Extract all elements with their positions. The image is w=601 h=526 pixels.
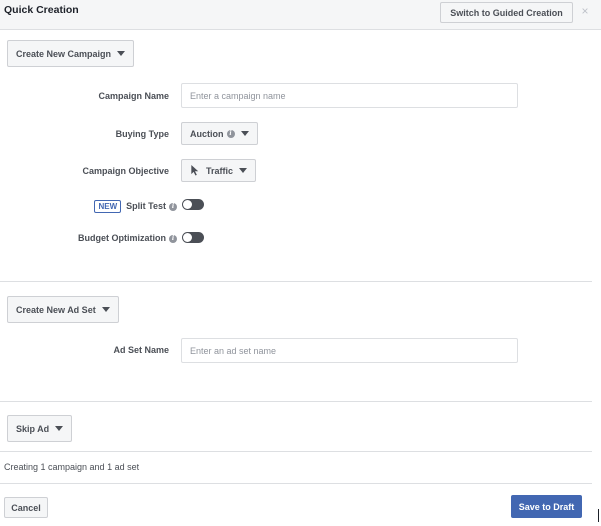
- create-new-campaign-label: Create New Campaign: [16, 48, 112, 59]
- cursor-pointer-icon: [191, 165, 199, 176]
- new-badge: NEW: [94, 200, 122, 213]
- split-test-label-group: NEW Split Test i: [94, 200, 177, 213]
- campaign-objective-dropdown[interactable]: Traffic: [181, 159, 257, 182]
- create-new-ad-set-label: Create New Ad Set: [16, 304, 96, 315]
- cancel-button[interactable]: Cancel: [4, 497, 48, 518]
- caret-down-icon: [117, 51, 126, 56]
- creation-summary: Creating 1 campaign and 1 ad set: [4, 462, 140, 472]
- info-icon[interactable]: i: [226, 129, 235, 138]
- save-to-draft-button[interactable]: Save to Draft: [511, 495, 582, 518]
- caret-down-icon: [55, 426, 64, 431]
- skip-ad-dropdown[interactable]: Skip Ad: [7, 415, 73, 442]
- campaign-name-label: Campaign Name: [98, 91, 169, 101]
- switch-to-guided-creation-button[interactable]: Switch to Guided Creation: [440, 2, 573, 23]
- split-test-toggle[interactable]: [182, 199, 204, 210]
- text-cursor: [598, 509, 599, 522]
- skip-ad-label: Skip Ad: [16, 423, 50, 434]
- close-icon[interactable]: ×: [578, 4, 592, 18]
- budget-optimization-label: Budget Optimization: [78, 233, 166, 243]
- dialog-title: Quick Creation: [4, 4, 79, 16]
- ad-set-name-label: Ad Set Name: [113, 345, 169, 355]
- buying-type-value: Auction: [190, 128, 224, 139]
- toggle-knob: [183, 200, 192, 209]
- create-new-campaign-dropdown[interactable]: Create New Campaign: [7, 40, 135, 67]
- info-icon[interactable]: i: [169, 234, 177, 243]
- ad-set-name-input[interactable]: [181, 338, 518, 363]
- campaign-objective-value: Traffic: [206, 165, 234, 176]
- budget-optimization-toggle[interactable]: [182, 232, 204, 243]
- section-divider: [0, 401, 592, 402]
- caret-down-icon: [239, 168, 248, 173]
- toggle-knob: [183, 233, 192, 242]
- dialog-header: Quick Creation Switch to Guided Creation…: [0, 0, 601, 30]
- section-divider: [0, 451, 592, 452]
- caret-down-icon: [240, 131, 249, 136]
- campaign-name-input[interactable]: [181, 83, 518, 108]
- info-icon[interactable]: i: [169, 202, 177, 211]
- section-divider: [0, 281, 592, 282]
- section-divider: [0, 483, 592, 484]
- buying-type-label: Buying Type: [115, 129, 169, 139]
- create-new-ad-set-dropdown[interactable]: Create New Ad Set: [7, 296, 119, 323]
- budget-optimization-label-group: Budget Optimization i: [78, 233, 177, 243]
- split-test-label: Split Test: [126, 200, 166, 211]
- campaign-objective-label: Campaign Objective: [82, 166, 169, 176]
- buying-type-dropdown[interactable]: Auction i: [181, 122, 258, 145]
- caret-down-icon: [101, 307, 110, 312]
